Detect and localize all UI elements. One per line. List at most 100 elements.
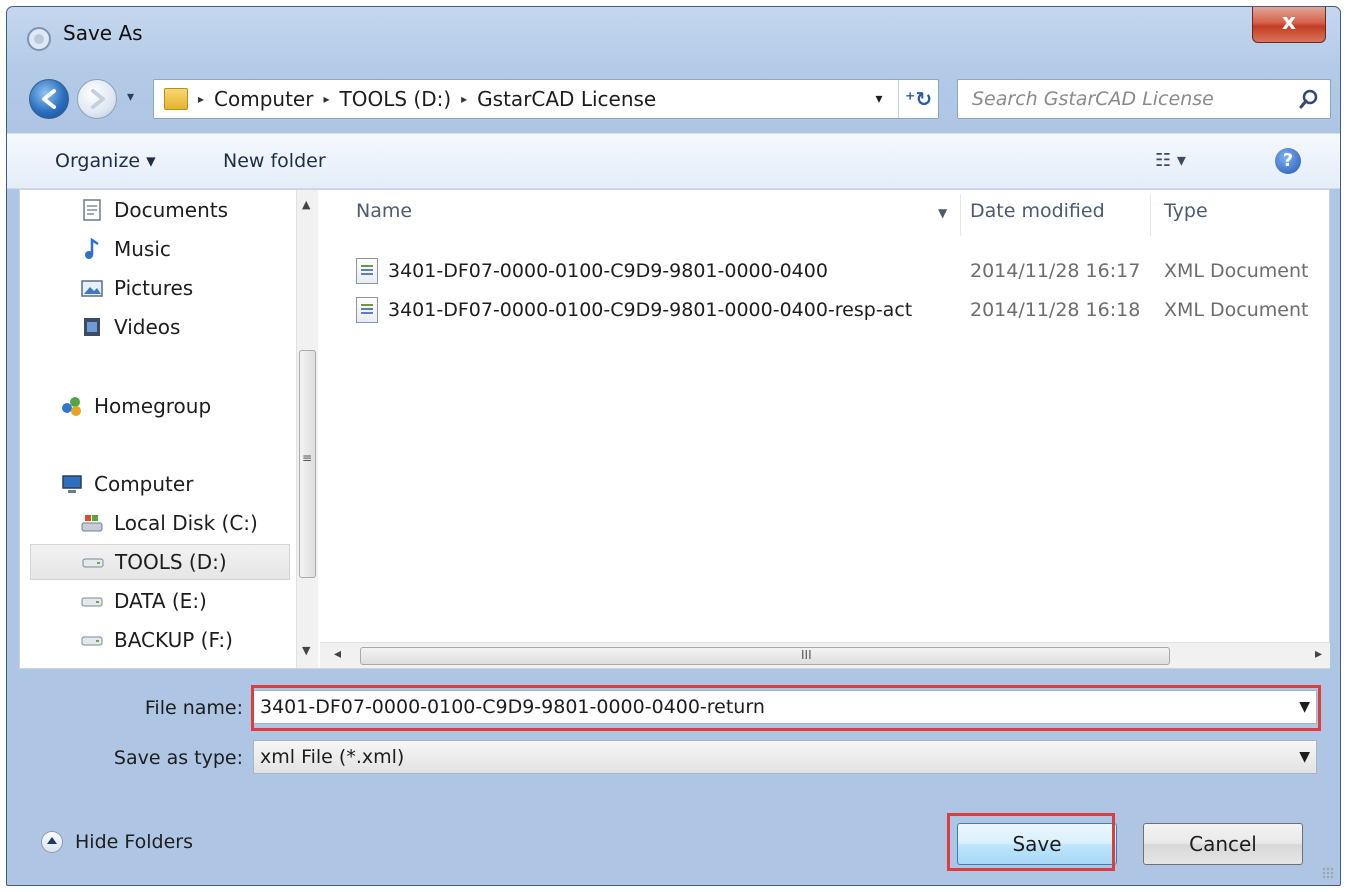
scrollbar-thumb[interactable]: III [360, 647, 1170, 665]
breadcrumb-separator: ▸ [323, 92, 330, 106]
save-as-icon [27, 27, 51, 51]
sidebar-item-data-e[interactable]: DATA (E:) [80, 583, 207, 619]
browser-area: Documents Music Pictures Videos Homegrou… [19, 189, 1330, 669]
sidebar-item-label: TOOLS (D:) [115, 550, 227, 574]
folder-icon [164, 88, 188, 110]
organize-menu[interactable]: Organize ▾ [55, 150, 156, 172]
local-disk-icon [81, 515, 103, 532]
sidebar-item-pictures[interactable]: Pictures [80, 270, 193, 306]
documents-icon [83, 199, 101, 221]
save-as-type-label: Save as type: [113, 747, 243, 769]
resize-grip[interactable] [1322, 867, 1334, 879]
sidebar-item-tools-d[interactable]: TOOLS (D:) [30, 544, 290, 580]
scroll-left-arrow[interactable]: ◂ [334, 646, 341, 662]
file-type: XML Document [1164, 299, 1309, 321]
search-placeholder: Search GstarCAD License [972, 88, 1214, 110]
save-as-type-value: xml File (*.xml) [260, 746, 405, 768]
file-name: 3401-DF07-0000-0100-C9D9-9801-0000-0400-… [388, 299, 913, 321]
breadcrumb-gstarcad-license[interactable]: GstarCAD License [477, 87, 656, 111]
scroll-right-arrow[interactable]: ▸ [1315, 646, 1322, 662]
drive-icon [81, 636, 103, 646]
command-toolbar: Organize ▾ New folder ☷ ▾ ? [7, 133, 1340, 189]
sidebar-item-backup-f[interactable]: BACKUP (F:) [80, 622, 233, 658]
change-view-icon[interactable]: ☷ ▾ [1155, 150, 1219, 174]
file-date: 2014/11/28 16:17 [970, 260, 1141, 282]
sidebar-item-computer[interactable]: Computer [60, 466, 193, 502]
computer-icon [62, 475, 82, 493]
file-name-label: File name: [144, 697, 243, 719]
column-header-type[interactable]: Type [1164, 200, 1208, 222]
breadcrumb-separator: ▸ [198, 92, 205, 106]
file-list[interactable]: Name ▼ Date modified Type 3401-DF07-0000… [320, 190, 1330, 668]
sidebar-item-documents[interactable]: Documents [80, 192, 228, 228]
navigation-scrollbar[interactable]: ▲ ≡ ▼ [296, 190, 318, 668]
address-dropdown-button[interactable]: ▾ [864, 80, 894, 118]
sidebar-item-homegroup[interactable]: Homegroup [60, 388, 211, 424]
file-type: XML Document [1164, 260, 1309, 282]
file-date: 2014/11/28 16:18 [970, 299, 1141, 321]
search-input[interactable]: Search GstarCAD License [957, 79, 1331, 119]
recent-locations-dropdown[interactable]: ▾ [127, 89, 143, 105]
search-icon[interactable] [1298, 88, 1320, 110]
sidebar-item-label: Local Disk (C:) [114, 511, 258, 535]
scroll-down-arrow[interactable]: ▼ [302, 644, 310, 657]
scrollbar-grip: III [801, 648, 812, 662]
address-bar[interactable]: ▸ Computer ▸ TOOLS (D:) ▸ GstarCAD Licen… [153, 79, 939, 119]
collapse-icon [41, 831, 63, 853]
close-button[interactable]: x [1252, 7, 1326, 43]
window-title: Save As [63, 21, 143, 45]
breadcrumb-separator: ▸ [461, 92, 468, 106]
sidebar-item-label: Homegroup [94, 394, 212, 418]
sidebar-item-videos[interactable]: Videos [80, 309, 180, 345]
sidebar-item-label: Pictures [114, 276, 194, 300]
refresh-button[interactable]: ⁺↻ [898, 80, 938, 118]
drive-icon [81, 597, 103, 607]
hide-folders-label: Hide Folders [75, 831, 193, 853]
save-button-highlight [947, 813, 1115, 871]
file-row[interactable]: 3401-DF07-0000-0100-C9D9-9801-0000-0400-… [356, 293, 912, 327]
file-row[interactable]: 3401-DF07-0000-0100-C9D9-9801-0000-0400 [356, 254, 828, 288]
chevron-down-icon[interactable]: ▼ [1299, 749, 1310, 765]
forward-button[interactable] [77, 79, 117, 119]
save-as-dialog: Save As x ▾ ▸ Computer ▸ TOOLS (D:) ▸ Gs… [6, 6, 1341, 886]
scrollbar-thumb[interactable]: ≡ [299, 350, 316, 578]
drive-icon [82, 558, 104, 568]
sidebar-item-label: BACKUP (F:) [114, 628, 233, 652]
xml-file-icon [356, 297, 378, 323]
scroll-up-arrow[interactable]: ▲ [302, 198, 310, 211]
save-as-type-select[interactable]: xml File (*.xml) ▼ [253, 740, 1317, 774]
back-button[interactable] [29, 79, 69, 119]
file-name: 3401-DF07-0000-0100-C9D9-9801-0000-0400 [388, 260, 828, 282]
breadcrumb-tools-drive[interactable]: TOOLS (D:) [340, 87, 452, 111]
sidebar-item-label: Documents [114, 198, 229, 222]
column-divider[interactable] [960, 194, 961, 236]
homegroup-icon [62, 397, 81, 416]
breadcrumb: ▸ Computer ▸ TOOLS (D:) ▸ GstarCAD Licen… [198, 80, 656, 118]
cancel-button[interactable]: Cancel [1143, 823, 1303, 865]
music-icon [85, 237, 99, 259]
sidebar-item-local-disk-c[interactable]: Local Disk (C:) [80, 505, 258, 541]
help-icon[interactable]: ? [1275, 148, 1301, 174]
sidebar-item-music[interactable]: Music [80, 231, 171, 267]
sidebar-item-label: Computer [94, 472, 194, 496]
pictures-icon [81, 280, 103, 297]
sidebar-item-label: DATA (E:) [114, 589, 207, 613]
horizontal-scrollbar[interactable]: ◂ III ▸ [320, 642, 1330, 668]
xml-file-icon [356, 258, 378, 284]
back-arrow-icon [42, 89, 56, 109]
column-divider[interactable] [1150, 194, 1151, 236]
column-header-date-modified[interactable]: Date modified [970, 200, 1105, 222]
scrollbar-grip: ≡ [302, 451, 313, 465]
hide-folders-button[interactable]: Hide Folders [41, 831, 193, 853]
breadcrumb-computer[interactable]: Computer [214, 87, 313, 111]
forward-arrow-icon [91, 89, 105, 109]
navigation-pane[interactable]: Documents Music Pictures Videos Homegrou… [20, 190, 296, 668]
column-sort-arrow[interactable]: ▼ [938, 206, 947, 220]
column-header-name[interactable]: Name [356, 200, 412, 222]
videos-icon [84, 318, 100, 336]
title-bar[interactable]: Save As x [7, 7, 1340, 65]
sidebar-item-label: Videos [114, 315, 181, 339]
sidebar-item-label: Music [114, 237, 171, 261]
file-name-highlight [251, 685, 1321, 731]
new-folder-button[interactable]: New folder [223, 150, 326, 172]
